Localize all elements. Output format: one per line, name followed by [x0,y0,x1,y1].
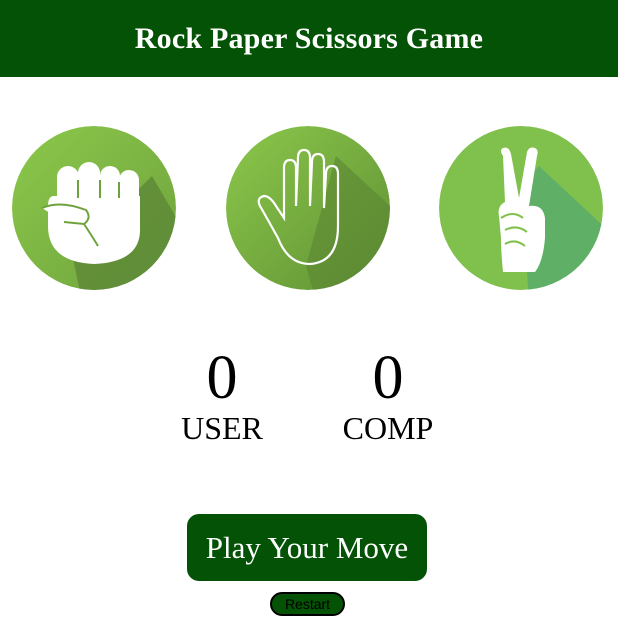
user-score-value: 0 [206,344,238,412]
header-bar: Rock Paper Scissors Game [0,0,618,77]
rock-choice[interactable] [12,126,176,290]
comp-score-block: 0 COMP [318,347,458,444]
user-score-block: 0 USER [152,347,292,444]
fist-icon [12,126,176,290]
comp-score-label: COMP [342,410,434,446]
comp-score-value: 0 [372,344,404,412]
user-score-label: USER [181,410,263,446]
play-move-button[interactable]: Play Your Move [187,514,427,581]
paper-choice[interactable] [226,126,390,290]
restart-button[interactable]: Restart [270,592,345,616]
open-hand-icon [226,126,390,290]
scissors-choice[interactable] [439,126,603,290]
peace-sign-icon [439,126,603,290]
page-title: Rock Paper Scissors Game [134,21,484,55]
